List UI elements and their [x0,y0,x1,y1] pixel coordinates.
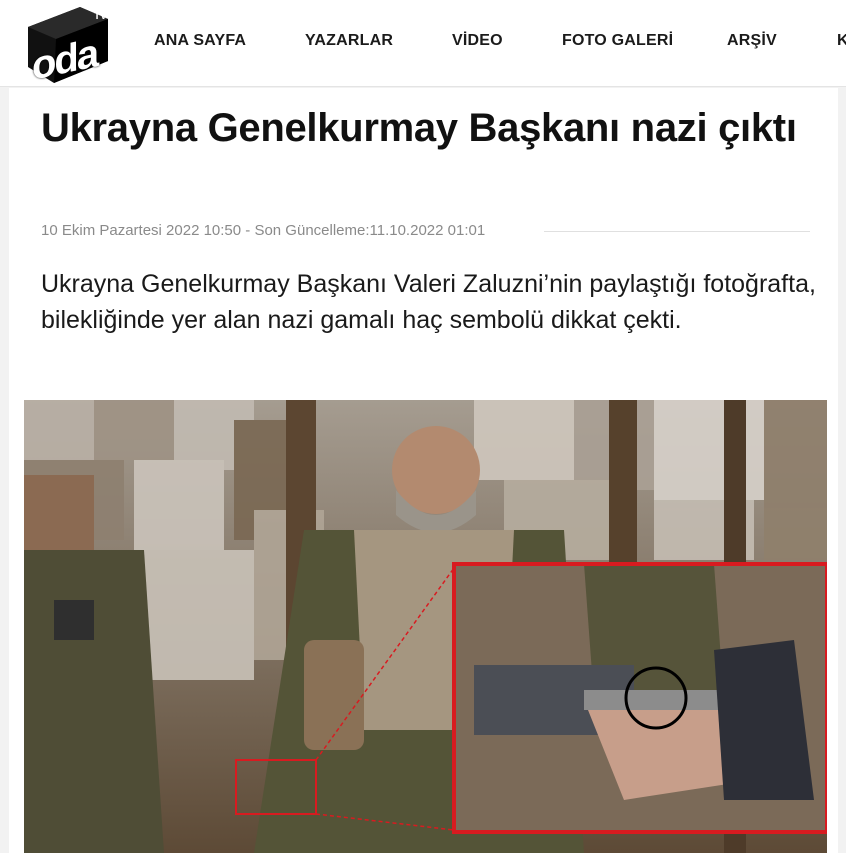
site-header: oda TV ANA SAYFA YAZARLAR VİDEO FOTO GAL… [0,0,846,89]
article-headline: Ukrayna Genelkurmay Başkanı nazi çıktı [41,106,797,150]
site-logo[interactable]: oda TV [24,5,110,89]
nav-item-arsiv[interactable]: ARŞİV [727,32,777,50]
article-lead: Ukrayna Genelkurmay Başkanı Valeri Zaluz… [41,270,816,334]
article-photo[interactable] [24,400,827,853]
nav-item-foto-galeri[interactable]: FOTO GALERİ [562,32,673,50]
nav-item-ana-sayfa[interactable]: ANA SAYFA [154,32,246,50]
article-card: Ukrayna Genelkurmay Başkanı nazi çıktı 1… [9,88,838,853]
nav-item-truncated[interactable]: K [837,32,846,50]
article-dateline: 10 Ekim Pazartesi 2022 10:50 - Son Günce… [41,222,486,239]
nav-item-video[interactable]: VİDEO [452,32,503,50]
dateline-divider [544,231,810,232]
article-photo-illustration [24,400,827,853]
nav-item-yazarlar[interactable]: YAZARLAR [305,32,393,50]
logo-tv-badge: TV [94,11,107,22]
